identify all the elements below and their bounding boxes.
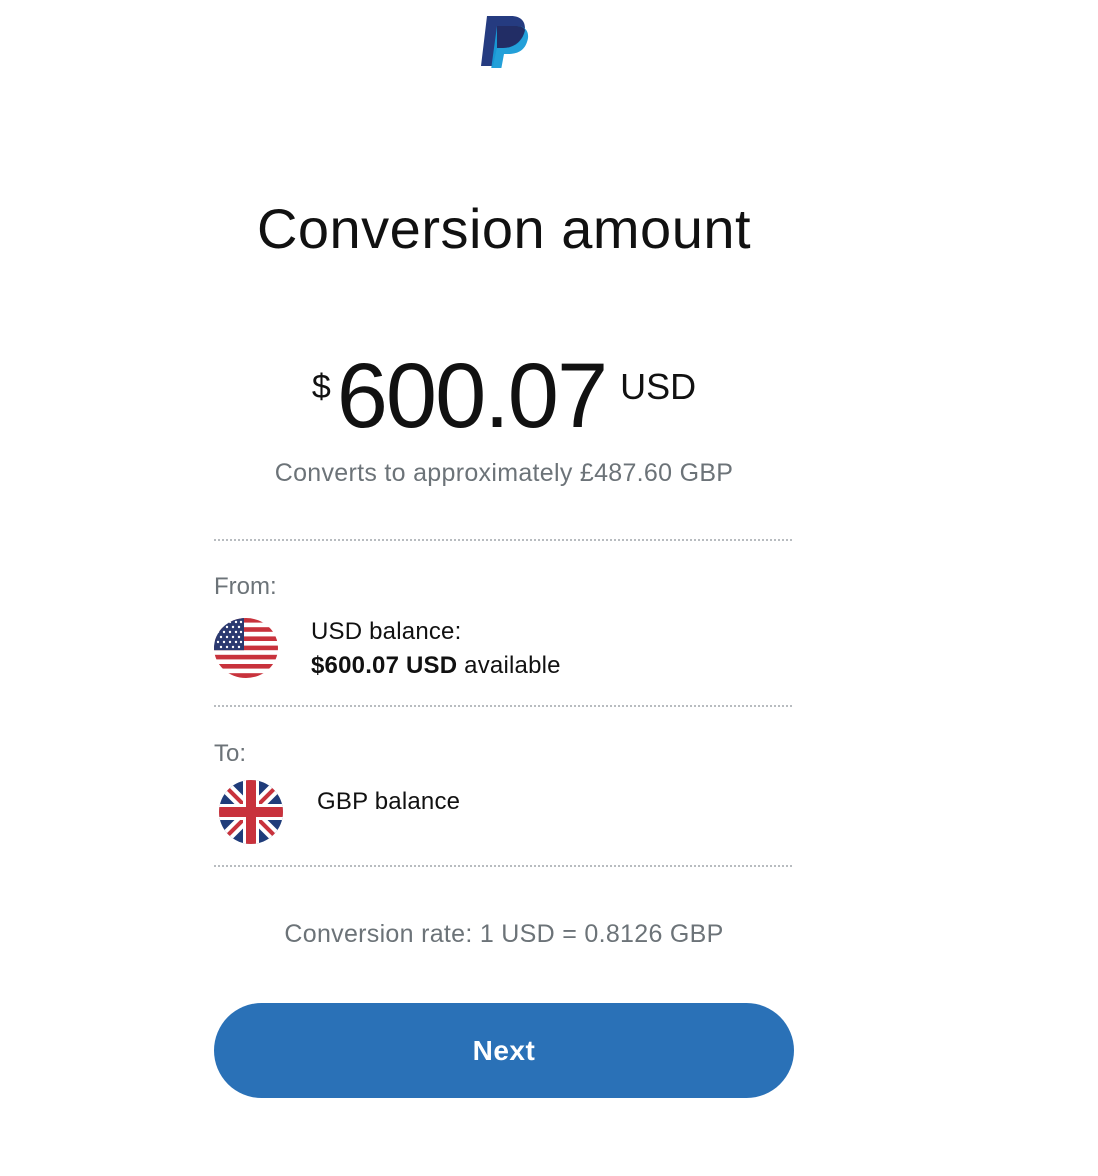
currency-code: USD [620, 366, 697, 407]
divider [214, 705, 792, 707]
from-available-line: $600.07 USD available [311, 652, 561, 680]
amount-display: $ 600.07 USD [0, 346, 1008, 446]
to-label: To: [214, 740, 247, 767]
available-suffix: available [457, 652, 561, 679]
conversion-rate-text: Conversion rate: 1 USD = 0.8126 GBP [284, 920, 724, 948]
from-label: From: [214, 573, 277, 600]
to-balance-title: GBP balance [317, 788, 461, 815]
uk-flag-icon [219, 780, 283, 844]
divider [214, 865, 792, 867]
currency-symbol: $ [311, 368, 331, 406]
from-balance-title: USD balance: [311, 618, 462, 645]
available-amount: $600.07 USD [311, 652, 458, 679]
us-flag-icon [214, 618, 278, 678]
converts-to-text: Converts to approximately £487.60 GBP [274, 459, 734, 487]
next-button[interactable]: Next [214, 1003, 794, 1098]
amount-value[interactable]: 600.07 [337, 346, 608, 446]
divider [214, 539, 792, 541]
page-title: Conversion amount [256, 197, 752, 260]
paypal-logo-icon [477, 8, 533, 70]
